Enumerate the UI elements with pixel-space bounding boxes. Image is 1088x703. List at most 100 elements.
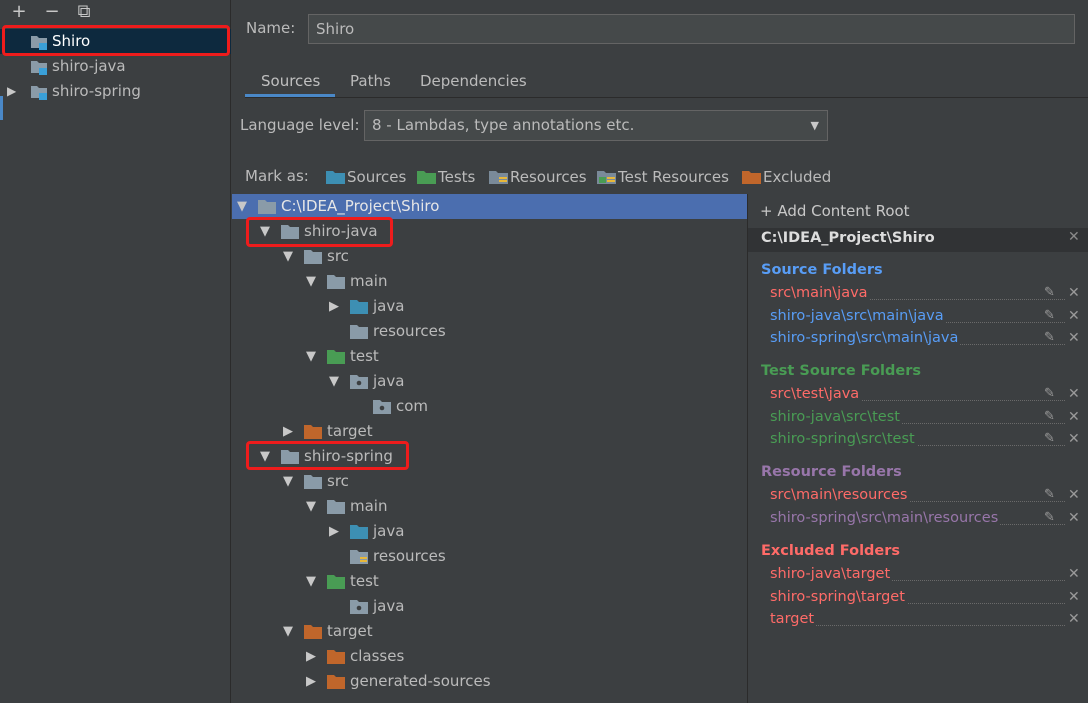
folder-path-row: src\test\java <box>770 383 1065 405</box>
folder-path: shiro-java\src\main\java <box>770 307 946 324</box>
expand-arrow-icon[interactable]: ▶ <box>306 644 318 669</box>
remove-folder-icon[interactable]: ✕ <box>1068 383 1082 405</box>
collapse-arrow-icon[interactable]: ▼ <box>306 269 318 294</box>
collapse-arrow-icon[interactable]: ▼ <box>329 369 341 394</box>
tree-node[interactable]: ▶ java <box>0 519 740 544</box>
remove-module-icon[interactable]: − <box>42 2 62 22</box>
folder-path-row: shiro-spring\target <box>770 586 1065 608</box>
expand-arrow-icon[interactable]: ▶ <box>306 669 318 694</box>
folder-path-row: shiro-spring\src\main\java <box>770 327 1065 349</box>
edit-pencil-icon[interactable]: ✎ <box>1044 406 1058 428</box>
remove-folder-icon[interactable]: ✕ <box>1068 586 1082 608</box>
plain-folder-icon <box>304 475 322 489</box>
collapse-arrow-icon[interactable]: ▼ <box>237 194 249 219</box>
tree-node[interactable]: ▼ target <box>0 619 740 644</box>
collapse-arrow-icon[interactable]: ▼ <box>283 469 295 494</box>
tab-paths[interactable]: Paths <box>350 69 391 97</box>
tree-node[interactable]: resources <box>0 319 740 344</box>
expand-arrow-icon[interactable]: ▶ <box>329 294 341 319</box>
folder-section-title: Source Folders <box>761 262 883 278</box>
chevron-down-icon: ▼ <box>810 119 819 132</box>
module-item-shiro-java[interactable]: shiro-java <box>0 54 231 79</box>
remove-root-icon[interactable]: ✕ <box>1068 229 1080 245</box>
tree-node[interactable]: ▼ test <box>0 344 740 369</box>
tree-node[interactable]: java <box>0 594 740 619</box>
name-input[interactable]: Shiro <box>308 14 1075 44</box>
tree-node-label: main <box>350 497 388 515</box>
module-item-shiro-spring[interactable]: ▶ shiro-spring <box>0 79 231 104</box>
remove-folder-icon[interactable]: ✕ <box>1068 608 1082 630</box>
test-folder-icon <box>327 350 345 364</box>
tree-node[interactable]: ▼ java <box>0 369 740 394</box>
resource-folder-icon <box>350 550 368 564</box>
expand-arrow-icon[interactable]: ▶ <box>7 79 16 104</box>
folder-path-row: shiro-java\src\test <box>770 406 1065 428</box>
excluded-folder-icon <box>304 625 322 639</box>
remove-folder-icon[interactable]: ✕ <box>1068 327 1082 349</box>
remove-folder-icon[interactable]: ✕ <box>1068 305 1082 327</box>
folder-path-row: shiro-spring\src\test <box>770 428 1065 450</box>
folder-path: target <box>770 611 817 627</box>
collapse-arrow-icon[interactable]: ▼ <box>306 569 318 594</box>
language-level-value: 8 - Lambdas, type annotations etc. <box>372 116 635 134</box>
tree-node[interactable]: ▶ classes <box>0 644 740 669</box>
copy-module-icon[interactable]: ⧉ <box>74 2 94 22</box>
remove-folder-icon[interactable]: ✕ <box>1068 282 1082 304</box>
tree-node[interactable]: ▼ test <box>0 569 740 594</box>
folder-path-row: shiro-java\target <box>770 563 1065 585</box>
tab-dependencies[interactable]: Dependencies <box>420 69 527 97</box>
mark-as-label: Mark as: <box>245 167 309 185</box>
tree-node-label: src <box>327 472 349 490</box>
edit-pencil-icon[interactable]: ✎ <box>1044 507 1058 529</box>
tree-node[interactable]: ▶ java <box>0 294 740 319</box>
folder-path: shiro-java\src\test <box>770 408 902 425</box>
folder-section-title: Excluded Folders <box>761 543 901 559</box>
expand-arrow-icon[interactable]: ▶ <box>329 519 341 544</box>
edit-pencil-icon[interactable]: ✎ <box>1044 428 1058 450</box>
tree-node[interactable]: com <box>0 394 740 419</box>
collapse-arrow-icon[interactable]: ▼ <box>283 619 295 644</box>
package-folder-icon <box>373 400 391 414</box>
mark-resources-label: Resources <box>510 168 587 186</box>
tree-node-label: C:\IDEA_Project\Shiro <box>281 197 440 215</box>
tree-node-label: java <box>373 522 405 540</box>
edit-pencil-icon[interactable]: ✎ <box>1044 383 1058 405</box>
tree-node[interactable]: ▼ C:\IDEA_Project\Shiro <box>0 194 740 219</box>
package-folder-icon <box>350 600 368 614</box>
add-module-icon[interactable]: + <box>9 2 29 22</box>
tree-node[interactable]: ▼ main <box>0 269 740 294</box>
folder-path: src\test\java <box>770 386 862 402</box>
plain-folder-icon <box>258 200 276 214</box>
remove-folder-icon[interactable]: ✕ <box>1068 484 1082 506</box>
folder-section-title: Test Source Folders <box>761 363 922 379</box>
folder-path: shiro-spring\src\main\java <box>770 330 961 346</box>
edit-pencil-icon[interactable]: ✎ <box>1044 305 1058 327</box>
tree-node[interactable]: ▼ src <box>0 469 740 494</box>
tree-node[interactable]: ▼ main <box>0 494 740 519</box>
language-level-select[interactable]: 8 - Lambdas, type annotations etc. ▼ <box>364 110 828 141</box>
content-root-header: C:\IDEA_Project\Shiro ✕ <box>748 228 1088 252</box>
module-label: shiro-spring <box>52 82 141 100</box>
remove-folder-icon[interactable]: ✕ <box>1068 406 1082 428</box>
edit-pencil-icon[interactable]: ✎ <box>1044 484 1058 506</box>
tree-node[interactable]: resources <box>0 544 740 569</box>
remove-folder-icon[interactable]: ✕ <box>1068 428 1082 450</box>
test-resources-folder-icon <box>597 171 616 184</box>
collapse-arrow-icon[interactable]: ▼ <box>306 494 318 519</box>
tree-node[interactable]: ▶ generated-sources <box>0 669 740 694</box>
collapse-arrow-icon[interactable]: ▼ <box>306 344 318 369</box>
excluded-folder-icon <box>327 650 345 664</box>
add-content-root-button[interactable]: + Add Content Root <box>760 202 910 220</box>
highlight-box <box>246 217 393 247</box>
tree-node-label: test <box>350 347 379 365</box>
tree-node[interactable]: ▼ src <box>0 244 740 269</box>
tab-sources[interactable]: Sources <box>261 69 320 97</box>
edit-pencil-icon[interactable]: ✎ <box>1044 327 1058 349</box>
collapse-arrow-icon[interactable]: ▼ <box>283 244 295 269</box>
content-root-path: C:\IDEA_Project\Shiro <box>761 230 935 246</box>
edit-pencil-icon[interactable]: ✎ <box>1044 282 1058 304</box>
tree-node-label: target <box>327 622 373 640</box>
remove-folder-icon[interactable]: ✕ <box>1068 563 1082 585</box>
tree-node-label: test <box>350 572 379 590</box>
remove-folder-icon[interactable]: ✕ <box>1068 507 1082 529</box>
